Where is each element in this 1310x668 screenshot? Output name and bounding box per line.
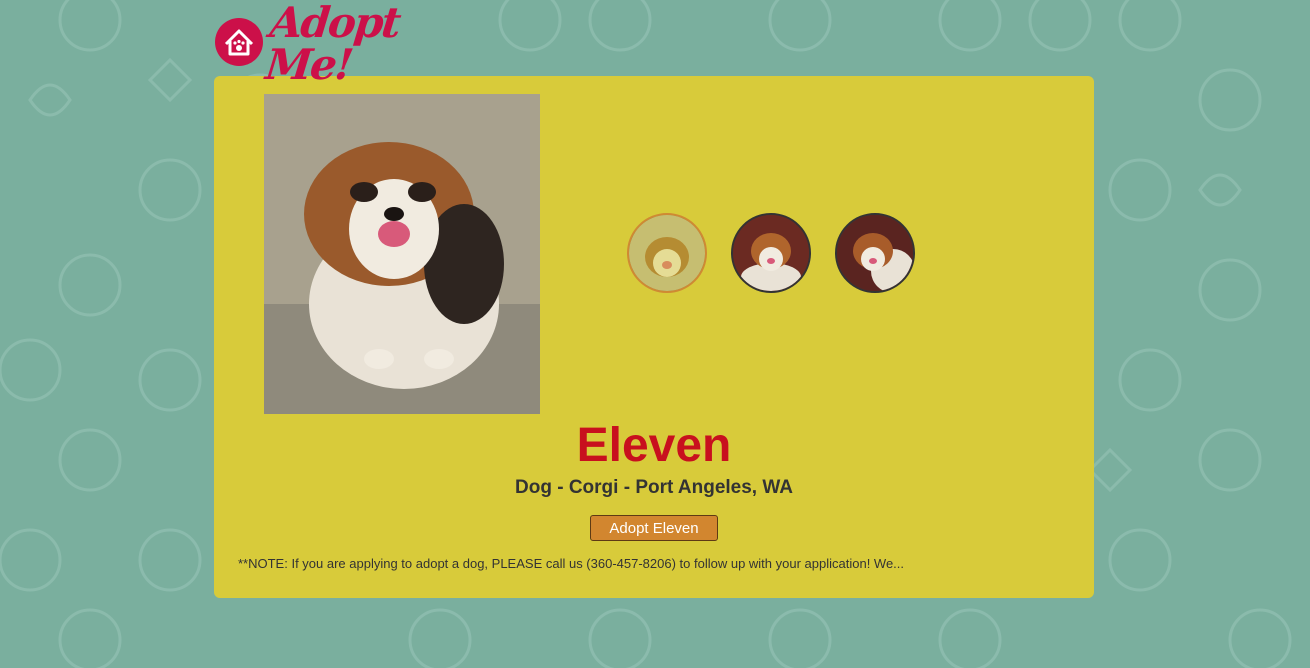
house-paw-icon[interactable] — [214, 17, 264, 72]
hero-photo — [264, 94, 540, 414]
photo-thumbnails — [627, 213, 915, 293]
thumbnail-photo-3[interactable] — [835, 213, 915, 293]
site-header: Adopt Me! — [214, 0, 454, 89]
pet-details: Dog - Corgi - Port Angeles, WA — [515, 477, 793, 498]
thumbnail-photo-1[interactable] — [627, 213, 707, 293]
logo-text[interactable]: Adopt Me! — [263, 0, 459, 89]
adopt-button[interactable]: Adopt Eleven — [590, 515, 718, 541]
pet-name: Eleven — [576, 419, 732, 472]
pet-description: **NOTE: If you are applying to adopt a d… — [238, 556, 905, 571]
thumbnail-photo-2[interactable] — [731, 213, 811, 293]
pet-details-card: Eleven Dog - Corgi - Port Angeles, WA Ad… — [214, 76, 1094, 598]
